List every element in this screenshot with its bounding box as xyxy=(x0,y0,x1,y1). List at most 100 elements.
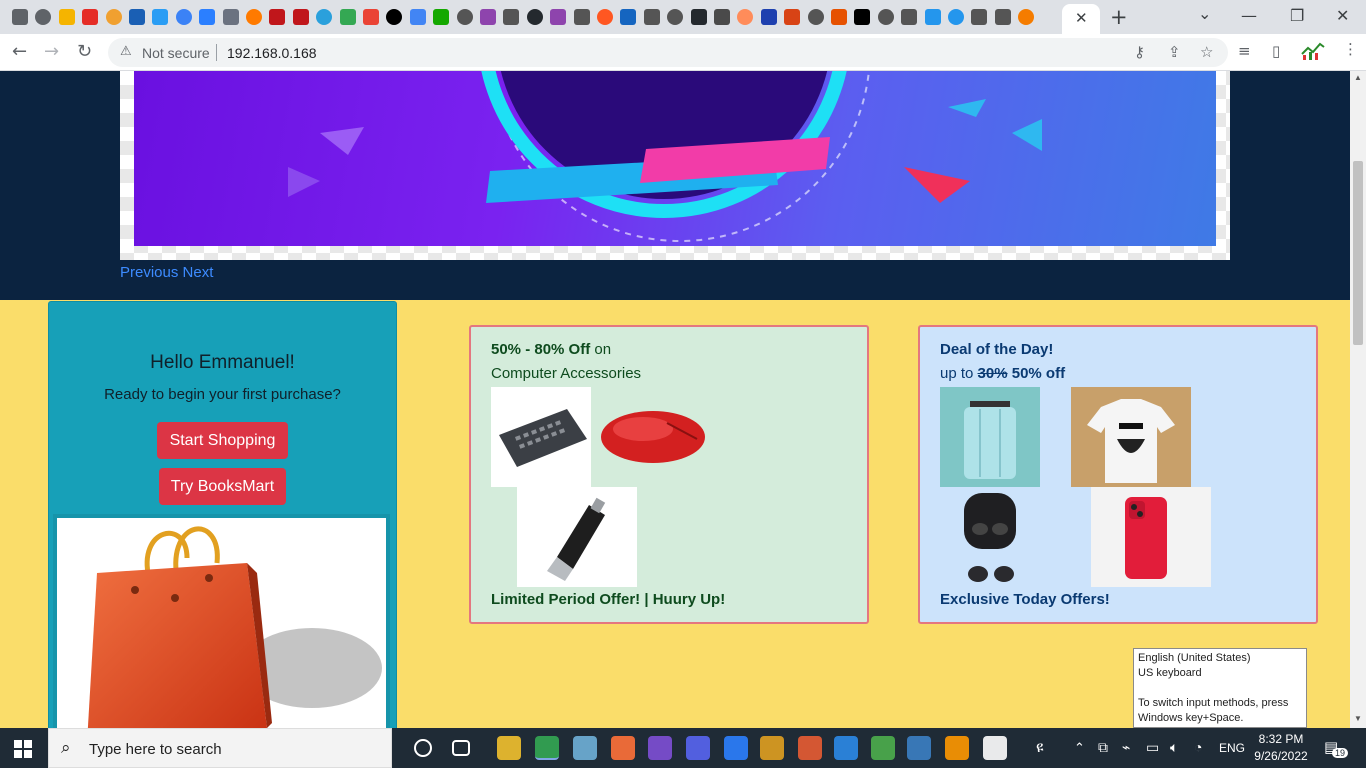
pinned-tab-favicon-icon[interactable] xyxy=(620,9,637,25)
address-bar[interactable]: ⚠ Not secure 192.168.0.168 ⚷ ⇪ ☆ xyxy=(108,38,1228,67)
tab-close-icon[interactable]: ✕ xyxy=(1075,9,1088,27)
bookmark-star-icon[interactable]: ☆ xyxy=(1200,43,1213,61)
chrome-menu-icon[interactable]: ⋮ xyxy=(1343,40,1358,58)
pinned-tab-favicon-icon[interactable] xyxy=(246,9,262,25)
pinned-tab-favicon-icon[interactable] xyxy=(901,9,918,25)
url-text[interactable]: 192.168.0.168 xyxy=(227,45,317,61)
scroll-up-icon[interactable]: ▲ xyxy=(1354,73,1362,82)
tray-device-icon[interactable]: ⧉ xyxy=(1098,739,1108,756)
tab-search-chevron-icon[interactable]: ⌄ xyxy=(1198,4,1211,23)
close-window-button[interactable]: ✕ xyxy=(1336,6,1349,25)
pinned-tab-favicon-icon[interactable] xyxy=(456,9,473,25)
forward-icon[interactable]: → xyxy=(44,41,59,62)
pinned-tab-favicon-icon[interactable] xyxy=(433,9,450,25)
scroll-down-icon[interactable]: ▼ xyxy=(1354,714,1362,723)
pinned-tab-favicon-icon[interactable] xyxy=(667,9,684,25)
clock-time[interactable]: 8:32 PM xyxy=(1258,732,1304,746)
pinned-tab-favicon-icon[interactable] xyxy=(409,9,426,25)
start-shopping-button[interactable]: Start Shopping xyxy=(157,422,288,459)
pinned-tab-favicon-icon[interactable] xyxy=(573,9,590,25)
tor-icon[interactable] xyxy=(648,736,672,760)
carousel-next-link[interactable]: Next xyxy=(183,264,214,281)
people-icon[interactable]: ዩ xyxy=(1036,739,1044,756)
chrome-icon[interactable] xyxy=(535,736,559,760)
pinned-tab-favicon-icon[interactable] xyxy=(1018,9,1035,25)
pinned-tab-favicon-icon[interactable] xyxy=(480,9,496,25)
notes-icon[interactable] xyxy=(573,736,597,760)
pinned-tab-favicon-icon[interactable] xyxy=(316,9,333,25)
pinned-tab-favicon-icon[interactable] xyxy=(152,9,169,25)
pinned-tab-favicon-icon[interactable] xyxy=(784,9,801,25)
network-off-icon[interactable]: ⌁ xyxy=(1122,739,1130,756)
pinned-tab-favicon-icon[interactable] xyxy=(526,9,543,25)
offer-card-accessories[interactable]: 50% - 80% Off on Computer Accessories Li… xyxy=(469,325,869,624)
pinned-tab-favicon-icon[interactable] xyxy=(339,9,356,25)
wifi-icon[interactable]: ◔ xyxy=(1194,739,1202,755)
sublime-icon[interactable] xyxy=(945,736,969,760)
pinned-tab-favicon-icon[interactable] xyxy=(948,9,964,25)
pinned-tab-favicon-icon[interactable] xyxy=(363,9,379,25)
pinned-tab-favicon-icon[interactable] xyxy=(924,9,941,25)
settings-gear-icon[interactable] xyxy=(983,736,1007,760)
scrollbar-thumb[interactable] xyxy=(1353,161,1363,345)
pinned-tab-favicon-icon[interactable] xyxy=(597,9,613,25)
pinned-tab-favicon-icon[interactable] xyxy=(35,9,52,25)
extension-chart-icon[interactable] xyxy=(1300,40,1326,62)
page-scrollbar[interactable]: ▲ ▼ xyxy=(1350,71,1366,728)
pinned-tab-favicon-icon[interactable] xyxy=(994,9,1011,25)
pinned-tab-favicon-icon[interactable] xyxy=(690,9,707,25)
back-icon[interactable]: ← xyxy=(12,41,27,62)
vscode-icon[interactable] xyxy=(834,736,858,760)
share-icon[interactable]: ⇪ xyxy=(1168,43,1181,61)
pinned-tab-favicon-icon[interactable] xyxy=(643,9,660,25)
new-tab-button[interactable]: + xyxy=(1110,5,1128,29)
firefox-icon[interactable] xyxy=(611,736,635,760)
task-view-icon[interactable] xyxy=(414,739,432,757)
pinned-tab-favicon-icon[interactable] xyxy=(854,9,871,25)
pinned-tab-favicon-icon[interactable] xyxy=(877,9,894,25)
pinned-tab-favicon-icon[interactable] xyxy=(714,9,730,25)
pinned-tab-favicon-icon[interactable] xyxy=(129,9,145,25)
pinned-tab-favicon-icon[interactable] xyxy=(175,9,192,25)
side-panel-icon[interactable]: ▯ xyxy=(1272,42,1280,60)
battery-icon[interactable]: ▭ xyxy=(1146,739,1159,756)
jetbrains-icon[interactable] xyxy=(724,736,748,760)
warning-icon[interactable]: ⚠ xyxy=(120,43,132,59)
discord-icon[interactable] xyxy=(686,736,710,760)
pinned-tab-favicon-icon[interactable] xyxy=(58,9,75,25)
security-label[interactable]: Not secure xyxy=(142,45,210,61)
pinned-tab-favicon-icon[interactable] xyxy=(737,9,754,25)
pinned-tab-favicon-icon[interactable] xyxy=(222,9,239,25)
clock-date[interactable]: 9/26/2022 xyxy=(1254,749,1308,763)
taskbar-search-placeholder[interactable]: Type here to search xyxy=(89,741,222,758)
start-windows-icon[interactable] xyxy=(14,740,32,758)
app-icon[interactable] xyxy=(760,736,784,760)
volume-icon[interactable]: 🔈︎ xyxy=(1170,739,1178,756)
virtualbox-icon[interactable] xyxy=(907,736,931,760)
pinned-tab-favicon-icon[interactable] xyxy=(12,9,28,25)
pinned-tab-favicon-icon[interactable] xyxy=(807,9,824,25)
pinned-tab-favicon-icon[interactable] xyxy=(292,9,309,25)
pinned-tab-favicon-icon[interactable] xyxy=(503,9,520,25)
kite-icon[interactable] xyxy=(871,736,895,760)
pinned-tab-favicon-icon[interactable] xyxy=(105,9,122,25)
carousel-previous-link[interactable]: Previous xyxy=(120,264,178,281)
reload-icon[interactable]: ↻ xyxy=(77,41,92,62)
git-icon[interactable] xyxy=(798,736,822,760)
file-explorer-icon[interactable] xyxy=(497,736,521,760)
pinned-tab-favicon-icon[interactable] xyxy=(269,9,286,25)
widgets-icon[interactable] xyxy=(452,740,470,756)
pinned-tab-favicon-icon[interactable] xyxy=(82,9,99,25)
reading-list-icon[interactable]: ≡ xyxy=(1238,42,1251,60)
pinned-tab-favicon-icon[interactable] xyxy=(550,9,567,25)
language-indicator[interactable]: ENG xyxy=(1219,741,1245,755)
show-hidden-icons-chevron[interactable]: ⌃ xyxy=(1074,740,1085,756)
active-tab[interactable]: ✕ xyxy=(1062,4,1100,34)
pinned-tab-favicon-icon[interactable] xyxy=(831,9,847,25)
pinned-tab-favicon-icon[interactable] xyxy=(760,9,777,25)
try-booksmart-button[interactable]: Try BooksMart xyxy=(159,468,286,505)
pinned-tab-favicon-icon[interactable] xyxy=(971,9,988,25)
minimize-button[interactable]: — xyxy=(1241,6,1257,25)
taskbar-search-box[interactable]: ⌕ Type here to search xyxy=(48,728,392,768)
key-icon[interactable]: ⚷ xyxy=(1134,43,1145,61)
